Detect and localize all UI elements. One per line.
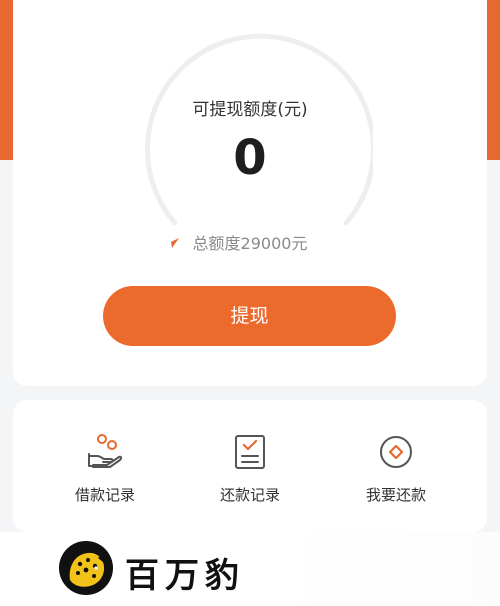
repay-diamond-icon	[380, 436, 412, 468]
repayment-records-button[interactable]: 还款记录	[180, 432, 320, 512]
loan-records-button[interactable]: 借款记录	[35, 432, 175, 512]
withdraw-button[interactable]: 提现	[103, 286, 396, 346]
make-repayment-label: 我要还款	[365, 486, 426, 504]
make-repayment-button[interactable]: 我要还款	[326, 432, 466, 512]
available-limit-label: 可提现额度(元)	[192, 100, 308, 120]
total-limit-label: 总额度29000元	[192, 234, 308, 253]
quick-actions-card: 借款记录 还款记录 我要还款	[13, 400, 487, 532]
available-limit-value: 0	[233, 130, 267, 186]
balance-card: 可提现额度(元) 0 总额度29000元 提现	[13, 0, 487, 386]
watermark-name: 百万豹	[125, 556, 245, 596]
hand-coins-icon	[88, 434, 123, 468]
loan-records-label: 借款记录	[74, 486, 135, 504]
leopard-logo-icon	[59, 541, 113, 595]
checked-document-icon	[235, 435, 265, 469]
repayment-records-label: 还款记录	[219, 486, 280, 504]
